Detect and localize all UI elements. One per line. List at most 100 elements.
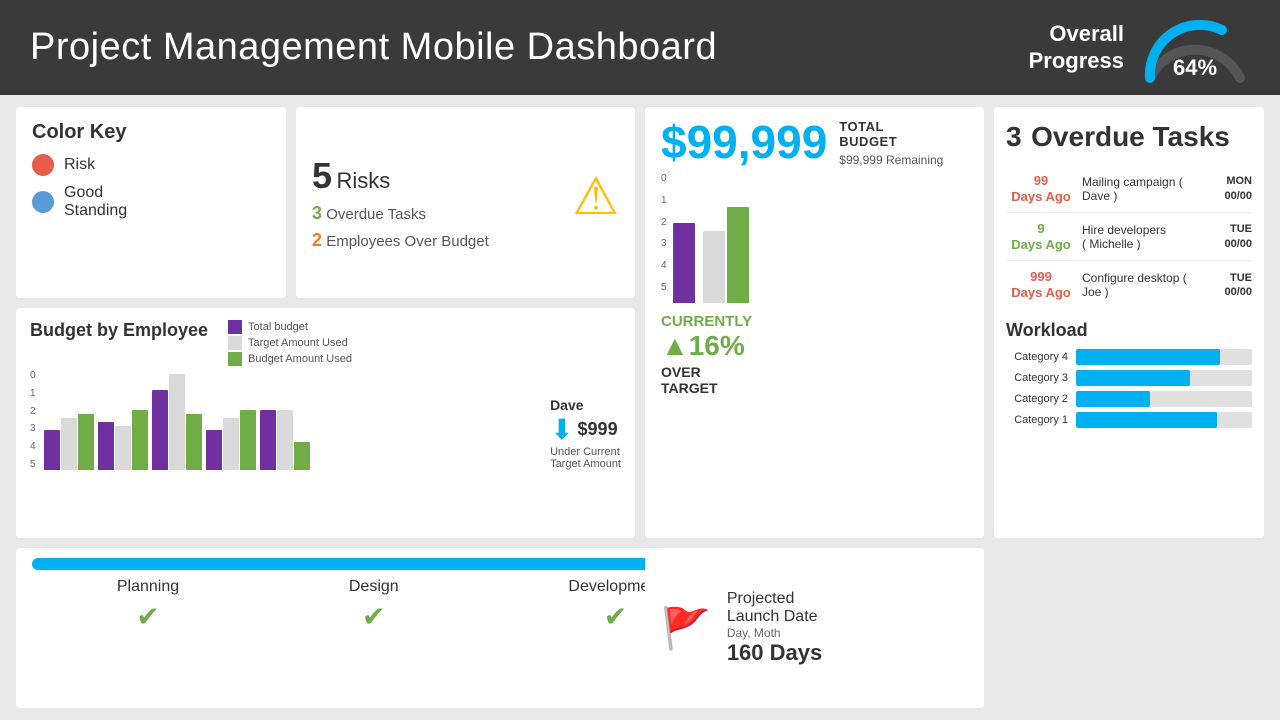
- task-desc-1: Mailing campaign (Dave ): [1082, 175, 1196, 203]
- workload-track-3: [1076, 370, 1252, 386]
- phase-planning: Planning ✔: [117, 578, 179, 633]
- gauge-value: 64%: [1173, 55, 1217, 81]
- phase-design-label: Design: [349, 578, 399, 596]
- budget-top: $99,999 TOTALBUDGET $99,999 Remaining: [661, 119, 968, 167]
- color-key-good: GoodStanding: [32, 184, 270, 220]
- planning-check-icon: ✔: [136, 600, 159, 633]
- task-date-3: TUE00/00: [1202, 271, 1252, 300]
- warning-icon: ⚠: [572, 167, 619, 227]
- dave-label: Under CurrentTarget Amount: [550, 446, 621, 470]
- bar-used-1: [78, 414, 94, 470]
- workload-track-2: [1076, 391, 1252, 407]
- launch-card: 🚩 ProjectedLaunch Date Day, Moth 160 Day…: [645, 548, 984, 708]
- bar-used-5: [294, 442, 310, 470]
- dave-name: Dave: [550, 397, 621, 413]
- phase-planning-label: Planning: [117, 578, 179, 596]
- launch-info: ProjectedLaunch Date Day, Moth 160 Days: [727, 590, 822, 666]
- legend-box-target: [228, 336, 242, 350]
- over-budget-label: Employees Over Budget: [326, 233, 489, 250]
- phase-design: Design ✔: [349, 578, 399, 633]
- bar-used-3: [186, 414, 202, 470]
- workload-fill-1: [1076, 412, 1217, 428]
- bar-group-1: [44, 414, 94, 470]
- overdue-task-3: 999Days Ago Configure desktop (Joe ) TUE…: [1006, 261, 1252, 309]
- mini-bar-group-1: [673, 223, 695, 303]
- legend-box-used: [228, 352, 242, 366]
- flag-icon: 🚩: [661, 605, 711, 652]
- budget-total-label: TOTALBUDGET: [839, 119, 943, 149]
- budget-amount: $99,999: [661, 119, 827, 165]
- bar-target-1: [61, 418, 77, 470]
- bar-total-3: [152, 390, 168, 470]
- bar-group-4: [206, 410, 256, 470]
- risk-dot: [32, 154, 54, 176]
- overdue-count: 3: [312, 203, 322, 223]
- gauge-container: 64%: [1140, 13, 1250, 83]
- development-check-icon: ✔: [604, 600, 627, 633]
- task-date-1: MON00/00: [1202, 174, 1252, 203]
- over-budget-count: 2: [312, 230, 322, 250]
- legend-label-used: Budget Amount Used: [248, 353, 352, 365]
- bar-target-5: [277, 410, 293, 470]
- legend-label-target: Target Amount Used: [248, 337, 348, 349]
- mini-bar-total-1: [673, 223, 695, 303]
- risk-label: Risk: [64, 156, 95, 174]
- workload-fill-2: [1076, 391, 1150, 407]
- bar-total-1: [44, 430, 60, 470]
- bar-target-4: [223, 418, 239, 470]
- workload-label-3: Category 3: [1006, 372, 1068, 384]
- task-desc-2: Hire developers( Michelle ): [1082, 223, 1196, 251]
- bar-total-5: [260, 410, 276, 470]
- launch-date-small: Day, Moth: [727, 626, 822, 640]
- workload-row-4: Category 4: [1006, 349, 1252, 365]
- legend-target: Target Amount Used: [228, 336, 352, 350]
- budget-over-target: OVERTARGET: [661, 364, 968, 396]
- budget-emp-header: Budget by Employee Total budget Target A…: [30, 320, 621, 366]
- bar-used-4: [240, 410, 256, 470]
- header: Project Management Mobile Dashboard Over…: [0, 0, 1280, 95]
- bar-group-5: [260, 410, 310, 470]
- legend-label-total: Total budget: [248, 321, 308, 333]
- mini-bars: [673, 173, 968, 303]
- legend-used: Budget Amount Used: [228, 352, 352, 366]
- workload-fill-4: [1076, 349, 1220, 365]
- workload-label-4: Category 4: [1006, 351, 1068, 363]
- workload-row-3: Category 3: [1006, 370, 1252, 386]
- legend: Total budget Target Amount Used Budget A…: [228, 320, 352, 366]
- bar-total-4: [206, 430, 222, 470]
- good-dot: [32, 191, 54, 213]
- bar-target-2: [115, 426, 131, 470]
- overdue-task-1: 99Days Ago Mailing campaign (Dave ) MON0…: [1006, 165, 1252, 213]
- mini-bar-group-2: [703, 207, 749, 303]
- mini-y-axis: 5 4 3 2 1 0: [661, 173, 669, 293]
- budget-employee-card: Budget by Employee Total budget Target A…: [16, 308, 635, 538]
- page-title: Project Management Mobile Dashboard: [30, 26, 717, 69]
- workload-track-4: [1076, 349, 1252, 365]
- workload-label-2: Category 2: [1006, 393, 1068, 405]
- workload-label-1: Category 1: [1006, 414, 1068, 426]
- legend-total: Total budget: [228, 320, 352, 334]
- bar-target-3: [169, 374, 185, 470]
- risks-count: 5: [312, 155, 332, 196]
- workload-row-2: Category 2: [1006, 391, 1252, 407]
- good-label: GoodStanding: [64, 184, 127, 220]
- workload-row-1: Category 1: [1006, 412, 1252, 428]
- bar-group-2: [98, 410, 148, 470]
- overdue-num: 3: [1006, 121, 1022, 152]
- progress-section: OverallProgress 64%: [1029, 13, 1250, 83]
- dave-arrow-icon: ⬇: [550, 413, 573, 446]
- budget-labels: TOTALBUDGET $99,999 Remaining: [839, 119, 943, 167]
- risks-label: Risks: [336, 168, 390, 193]
- dave-info: ⬇ $999: [550, 413, 621, 446]
- task-desc-3: Configure desktop (Joe ): [1082, 271, 1196, 299]
- launch-label: ProjectedLaunch Date: [727, 590, 822, 626]
- overdue-label: Overdue Tasks: [326, 206, 426, 223]
- mini-chart: 5 4 3 2 1 0: [661, 173, 968, 303]
- budget-percent-value: ▲16%: [661, 330, 745, 362]
- emp-y-axis: 5 4 3 2 1 0: [30, 370, 40, 470]
- mini-bar-used-2: [727, 207, 749, 303]
- main-content: Color Key Risk GoodStanding 5 Risks 3 Ov…: [0, 95, 1280, 720]
- launch-days: 160 Days: [727, 640, 822, 666]
- overdue-title-label: Overdue Tasks: [1031, 121, 1230, 152]
- overdue-task-2: 9Days Ago Hire developers( Michelle ) TU…: [1006, 213, 1252, 261]
